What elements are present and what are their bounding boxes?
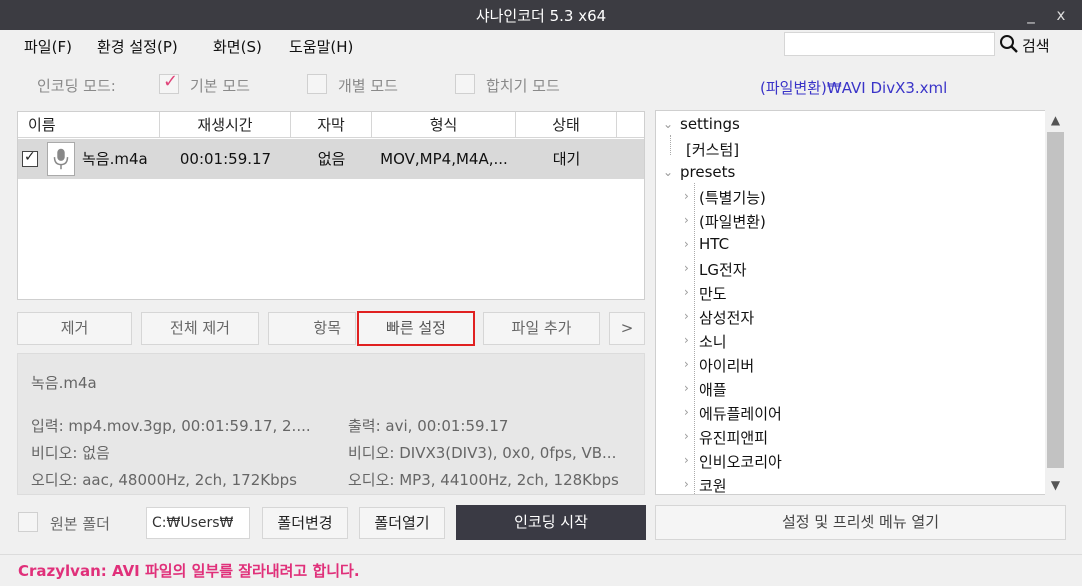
- row-name: 녹음.m4a: [82, 150, 148, 168]
- tree-guide-line: [694, 183, 695, 494]
- check-icon: ✓: [24, 149, 36, 165]
- status-bar: Crazylvan: AVI 파일의 일부를 잘라내려고 합니다.: [0, 554, 1082, 586]
- tree-guide-line: [670, 135, 671, 155]
- chevron-right-icon[interactable]: ›: [684, 357, 689, 371]
- chevron-right-icon[interactable]: ›: [684, 429, 689, 443]
- open-settings-menu-button[interactable]: 설정 및 프리셋 메뉴 열기: [655, 505, 1066, 540]
- info-output: 출력: avi, 00:01:59.17: [348, 417, 509, 435]
- tree-node-preset[interactable]: 에듀플레이어: [699, 403, 782, 424]
- row-format: MOV,MP4,M4A,...: [380, 150, 508, 168]
- scroll-thumb[interactable]: [1047, 132, 1064, 468]
- tree-node-preset[interactable]: 코원: [699, 475, 727, 494]
- check-icon: ✓: [163, 71, 179, 92]
- tree-node-preset[interactable]: 애플: [699, 379, 727, 400]
- tree-node-presets[interactable]: presets: [680, 163, 735, 181]
- column-name[interactable]: 이름: [18, 112, 160, 138]
- table-row[interactable]: ✓ 녹음.m4a 00:01:59.17 없음 MOV,MP4,M4A,... …: [18, 139, 644, 179]
- chevron-right-icon[interactable]: ›: [684, 285, 689, 299]
- chevron-right-icon[interactable]: ›: [684, 261, 689, 275]
- tree-node-preset[interactable]: 유진피앤피: [699, 427, 768, 448]
- column-format[interactable]: 형식: [372, 112, 516, 138]
- merge-mode-label[interactable]: 합치기 모드: [486, 75, 560, 96]
- remove-all-button[interactable]: 전체 제거: [141, 312, 259, 345]
- current-preset-path[interactable]: (파일변환)₩AVI DivX3.xml: [760, 77, 947, 98]
- chevron-right-icon[interactable]: ›: [684, 453, 689, 467]
- info-filename: 녹음.m4a: [31, 374, 97, 392]
- scroll-down-icon[interactable]: ▼: [1045, 475, 1066, 495]
- chevron-right-icon[interactable]: ›: [684, 213, 689, 227]
- menu-file[interactable]: 파일(F): [24, 36, 72, 57]
- menu-view[interactable]: 화면(S): [213, 36, 262, 57]
- tree-node-custom[interactable]: [커스텀]: [686, 139, 739, 160]
- info-input-audio: 오디오: aac, 48000Hz, 2ch, 172Kbps: [31, 471, 297, 489]
- column-subtitle[interactable]: 자막: [291, 112, 372, 138]
- row-status: 대기: [552, 150, 581, 168]
- window-title: 샤나인코더 5.3 x64: [475, 7, 607, 25]
- change-folder-button[interactable]: 폴더변경: [262, 507, 348, 539]
- search-icon[interactable]: [999, 34, 1019, 54]
- open-folder-button[interactable]: 폴더열기: [359, 507, 445, 539]
- original-folder-label[interactable]: 원본 폴더: [50, 513, 110, 534]
- more-buttons-button[interactable]: >: [609, 312, 645, 345]
- remove-button[interactable]: 제거: [17, 312, 132, 345]
- row-subtitle: 없음: [317, 150, 346, 168]
- scroll-up-icon[interactable]: ▲: [1045, 110, 1066, 130]
- basic-mode-label[interactable]: 기본 모드: [190, 75, 250, 96]
- row-checkbox[interactable]: ✓: [22, 149, 38, 167]
- close-button[interactable]: x: [1046, 4, 1076, 26]
- merge-mode-checkbox[interactable]: [455, 74, 475, 94]
- file-info-panel: 녹음.m4a 입력: mp4.mov.3gp, 00:01:59.17, 2..…: [17, 353, 645, 495]
- info-input-video: 비디오: 없음: [31, 444, 110, 462]
- search-input[interactable]: [784, 32, 995, 56]
- chevron-right-icon[interactable]: ›: [684, 309, 689, 323]
- chevron-right-icon[interactable]: ›: [684, 477, 689, 491]
- title-bar: 샤나인코더 5.3 x64 _ x: [0, 0, 1082, 30]
- encoding-mode-label: 인코딩 모드:: [37, 77, 116, 95]
- info-output-video: 비디오: DIVX3(DIV3), 0x0, 0fps, VB...: [348, 444, 617, 462]
- chevron-down-icon[interactable]: ⌄: [663, 117, 673, 131]
- items-button[interactable]: 항목: [268, 312, 356, 345]
- chevron-down-icon[interactable]: ⌄: [663, 165, 673, 179]
- tree-node-preset[interactable]: 인비오코리아: [699, 451, 782, 472]
- tree-node-preset[interactable]: 아이리버: [699, 355, 754, 376]
- menu-help[interactable]: 도움말(H): [289, 36, 353, 57]
- original-folder-checkbox[interactable]: [18, 512, 38, 532]
- minimize-button[interactable]: _: [1016, 4, 1046, 26]
- chevron-right-icon[interactable]: ›: [684, 237, 689, 251]
- individual-mode-checkbox[interactable]: [307, 74, 327, 94]
- tree-node-preset[interactable]: LG전자: [699, 259, 747, 280]
- tree-node-preset[interactable]: 삼성전자: [699, 307, 754, 328]
- quick-settings-button[interactable]: 빠른 설정: [357, 311, 475, 346]
- tree-node-settings[interactable]: settings: [680, 115, 740, 133]
- tree-node-preset[interactable]: HTC: [699, 235, 729, 253]
- file-list-header: 이름 재생시간 자막 형식 상태: [18, 112, 644, 138]
- start-encoding-button[interactable]: 인코딩 시작: [456, 505, 646, 540]
- tree-node-preset[interactable]: (파일변환): [699, 211, 766, 232]
- basic-mode-checkbox[interactable]: ✓: [159, 71, 179, 94]
- file-list[interactable]: 이름 재생시간 자막 형식 상태 ✓ 녹음.m4a 00:01:59.17 없음…: [17, 111, 645, 300]
- individual-mode-label[interactable]: 개별 모드: [338, 75, 398, 96]
- status-message: Crazylvan: AVI 파일의 일부를 잘라내려고 합니다.: [18, 562, 360, 580]
- info-output-audio: 오디오: MP3, 44100Hz, 2ch, 128Kbps: [348, 471, 619, 489]
- menu-preferences[interactable]: 환경 설정(P): [97, 36, 178, 57]
- column-status[interactable]: 상태: [516, 112, 617, 138]
- tree-node-preset[interactable]: (특별기능): [699, 187, 766, 208]
- row-duration: 00:01:59.17: [179, 150, 272, 168]
- chevron-right-icon[interactable]: ›: [684, 189, 689, 203]
- tree-node-preset[interactable]: 만도: [699, 283, 727, 304]
- chevron-right-icon[interactable]: ›: [684, 381, 689, 395]
- preset-tree[interactable]: ⌄ settings [커스텀] ⌄ presets › (특별기능) › (파일변환…: [655, 110, 1066, 495]
- chevron-right-icon[interactable]: ›: [684, 333, 689, 347]
- output-folder-path[interactable]: C:₩Users₩: [146, 507, 250, 539]
- tree-node-preset[interactable]: 소니: [699, 331, 727, 352]
- info-input: 입력: mp4.mov.3gp, 00:01:59.17, 2....: [31, 417, 311, 435]
- add-file-button[interactable]: 파일 추가: [483, 312, 600, 345]
- chevron-right-icon[interactable]: ›: [684, 405, 689, 419]
- tree-scrollbar[interactable]: ▲ ▼: [1045, 110, 1066, 495]
- search-label[interactable]: 검색: [1022, 35, 1050, 56]
- audio-file-icon: [47, 142, 75, 176]
- column-duration[interactable]: 재생시간: [160, 112, 291, 138]
